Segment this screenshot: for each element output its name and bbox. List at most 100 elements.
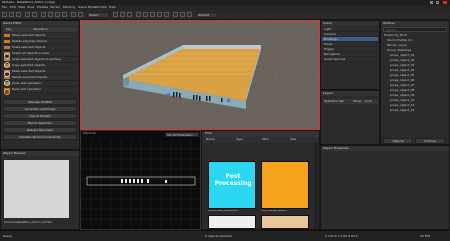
outliner-search[interactable]: Search... [383,27,447,32]
snap-tool-icon[interactable] [4,80,10,86]
col-path[interactable]: Path [262,138,269,141]
tab-outliner[interactable]: Outliner [415,138,445,144]
menu-window[interactable]: Window [95,6,107,9]
new-icon[interactable] [2,12,7,17]
light-tool-icon[interactable] [4,89,10,95]
generate-lightmaps-button[interactable]: Generate Lightmaps [3,106,77,112]
status-text: Ready [3,235,13,238]
tool-strip [4,53,11,103]
minimize-button[interactable] [430,1,433,4]
build-icon[interactable] [187,12,192,17]
materials-tab[interactable]: Filter [205,132,235,135]
layers-header: Selection Set Show Lock [323,99,378,104]
tree-item[interactable]: props_object_08 [390,89,447,92]
redo-icon[interactable] [32,12,37,17]
col-operation: Operation [33,28,48,31]
validate-world-button[interactable]: Validate World Connectivity [3,134,77,140]
tree-item[interactable]: props_object_11 [390,104,447,107]
tree-item[interactable]: Terrain_Layer [387,44,447,47]
layout-dropdown[interactable]: Default [196,12,218,18]
menu-view[interactable]: View [18,6,25,9]
tile-label: Post Processing [214,173,252,187]
scene-panel: Scene Light Camera Buildings Props Trigg… [320,20,380,90]
tab-objects[interactable]: Objects [383,138,413,144]
ortho-title[interactable]: Top Orthographic [165,132,199,137]
ops-row[interactable]: Redo last operation [3,87,77,93]
tree-item[interactable]: props_object_09 [390,94,447,97]
move-icon[interactable] [48,12,53,17]
select-icon[interactable] [41,12,46,17]
stop-icon[interactable] [127,12,132,17]
tree-item[interactable]: props_object_02 [390,59,447,62]
move-tool-icon[interactable] [4,53,10,59]
toolbar: Select Default [0,10,450,20]
tree-item[interactable]: props_object_10 [390,99,447,102]
prefab-icon[interactable] [164,12,169,17]
export-selection-button[interactable]: Export Selection [3,120,77,126]
tree-item[interactable]: props_object_07 [390,84,447,87]
play-icon[interactable] [113,12,118,17]
tree-item[interactable]: Hierarchy_Root [384,34,448,37]
tree-item[interactable]: props_object_03 [390,64,447,67]
menu-game-mode[interactable]: Game Mode [78,6,96,9]
close-button[interactable] [443,1,447,4]
col-type[interactable]: Type [236,138,243,141]
materials-scrollbar[interactable] [314,143,318,229]
tree-item[interactable]: Group_Buildings [387,49,447,52]
tile-caption: Mat_Orange_Generic [261,210,288,212]
material-tile[interactable] [261,215,309,229]
preview-caption: ConsumablesBox_Ammo_01.fbx [4,221,53,224]
rebuild-navmesh-button[interactable]: Rebuild Navmesh [3,127,77,133]
menu-help[interactable]: Help [109,6,116,9]
paint-icon[interactable] [157,12,162,17]
tree-item[interactable]: props_object_01 [390,54,447,57]
tree-item[interactable]: World_Prefab_01 [387,39,447,42]
tree-item[interactable]: props_object_12 [390,109,447,112]
col-selection-set[interactable]: Selection Set [324,100,344,103]
layers-icon[interactable] [180,12,185,17]
save-icon[interactable] [16,12,21,17]
rotate-icon[interactable] [55,12,60,17]
3d-viewport[interactable]: Game View Perspective [80,20,320,130]
preview-image [4,160,69,218]
menu-file[interactable]: File [2,6,7,9]
action-buttons: Manage Prefabs Generate Lightmaps Import… [3,99,77,147]
rotate-tool-icon[interactable] [4,62,10,68]
snap-icon[interactable] [71,12,76,17]
maximize-button[interactable] [436,1,439,4]
material-tile[interactable]: Post Processing [208,161,256,209]
tree-item[interactable]: props_object_06 [390,79,447,82]
tree-item[interactable]: props_object_05 [390,74,447,77]
col-lock[interactable]: Lock [365,100,372,103]
material-tile[interactable] [208,215,256,229]
light-icon[interactable] [143,12,148,17]
col-show[interactable]: Show [353,100,361,103]
menu-tools[interactable]: Tools [27,6,34,9]
menu-prefabs[interactable]: Prefabs [37,6,48,9]
select-mode-dropdown[interactable]: Select [87,12,109,18]
undo-icon[interactable] [25,12,30,17]
import-models-button[interactable]: Import Models [3,113,77,119]
settings-icon[interactable] [173,12,178,17]
properties-title: Object Properties [321,146,449,151]
menu-edit[interactable]: Edit [10,6,16,9]
scene-item[interactable]: Audio Sources [322,57,378,62]
scale-icon[interactable] [62,12,67,17]
ortho-viewport[interactable]: Minimap Top Orthographic [80,130,201,230]
camera-icon[interactable] [136,12,141,17]
menu-terrain[interactable]: Terrain [50,6,60,9]
window-title: Modeler - BaseWorld_Admin (+tag) [2,1,55,4]
scale-tool-icon[interactable] [4,71,10,77]
tree-item[interactable]: props_object_04 [390,69,447,72]
outliner-title: Outliner [381,21,449,26]
open-icon[interactable] [9,12,14,17]
ortho-label: Minimap [83,132,96,135]
manage-prefabs-button[interactable]: Manage Prefabs [3,99,77,105]
pause-icon[interactable] [120,12,125,17]
col-name[interactable]: Name [206,138,215,141]
grid-icon[interactable] [78,12,83,17]
menu-painting[interactable]: Painting [63,6,75,9]
col-size[interactable]: Size [290,138,296,141]
terrain-icon[interactable] [150,12,155,17]
material-tile[interactable] [261,161,309,209]
